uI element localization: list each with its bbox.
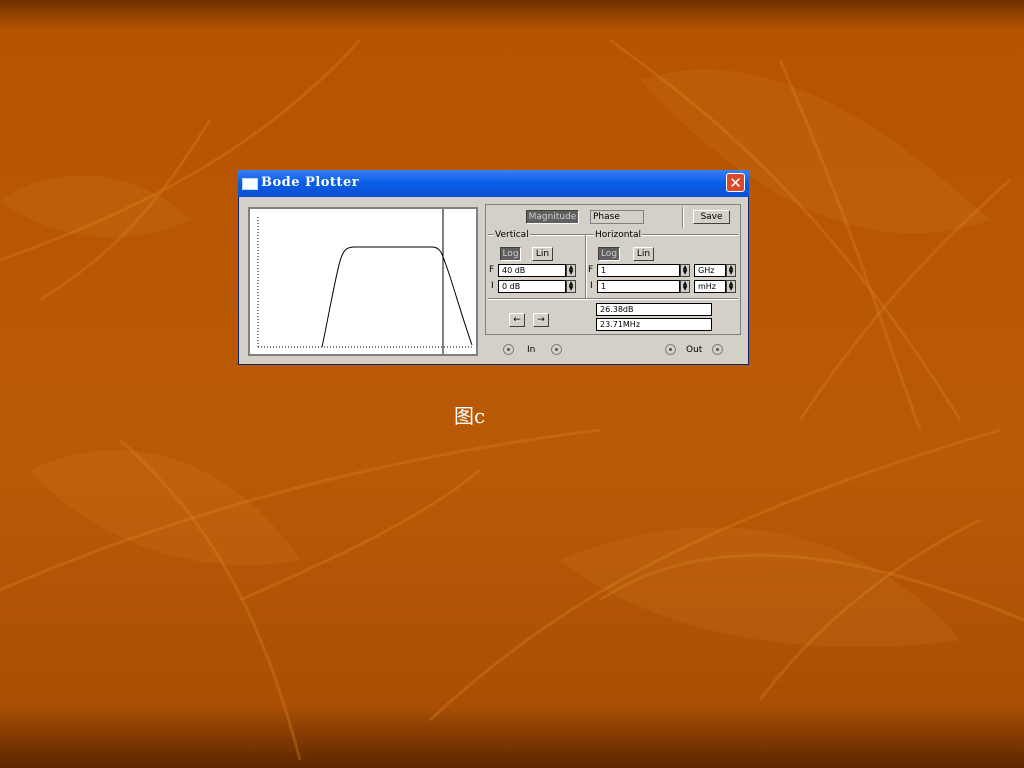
frequency-readout: 23.71MHz (596, 318, 712, 331)
vertical-final-spinner[interactable]: ▲ ▼ (566, 264, 576, 277)
save-button[interactable]: Save (693, 210, 730, 224)
vertical-log-button[interactable]: Log (500, 247, 521, 261)
input-terminal-label: In (527, 345, 536, 355)
horizontal-final-unit-spinner[interactable]: ▲ ▼ (726, 264, 736, 277)
window-icon (242, 178, 258, 190)
horizontal-final-label: F (588, 265, 594, 275)
control-panel: Magnitude Phase Save Vertical Log Lin F … (485, 204, 741, 335)
section-divider-bottom (488, 298, 738, 300)
output-terminal-label: Out (686, 345, 703, 355)
input-terminal-negative[interactable] (551, 344, 562, 355)
output-terminal-negative[interactable] (712, 344, 723, 355)
magnitude-response-curve (321, 246, 473, 348)
figure-caption: 图c (454, 404, 486, 428)
vertical-initial-label: I (491, 281, 494, 291)
toolbar-divider (682, 207, 684, 228)
title-bar[interactable]: Bode Plotter ✕ (238, 170, 749, 197)
vertical-group-label: Vertical (494, 230, 530, 240)
output-terminal-positive[interactable] (665, 344, 676, 355)
vertical-final-field[interactable]: 40 dB (498, 264, 566, 277)
vertical-initial-field[interactable]: 0 dB (498, 280, 566, 293)
section-divider-middle (585, 235, 587, 298)
horizontal-lin-button[interactable]: Lin (633, 247, 654, 261)
phase-button[interactable]: Phase (590, 210, 644, 224)
horizontal-group-label: Horizontal (594, 230, 642, 240)
horizontal-initial-unit-spinner[interactable]: ▲ ▼ (726, 280, 736, 293)
bode-plot-display[interactable] (248, 207, 478, 356)
horizontal-initial-field[interactable]: 1 (597, 280, 680, 293)
horizontal-initial-unit[interactable]: mHz (694, 280, 726, 293)
horizontal-initial-spinner[interactable]: ▲ ▼ (680, 280, 690, 293)
horizontal-initial-label: I (590, 281, 593, 291)
window-title: Bode Plotter (261, 175, 360, 190)
cursor-right-button[interactable]: → (533, 313, 549, 327)
bode-plot-graph (257, 209, 473, 354)
magnitude-readout: 26.38dB (596, 303, 712, 316)
cursor-left-button[interactable]: ← (509, 313, 525, 327)
vertical-initial-spinner[interactable]: ▲ ▼ (566, 280, 576, 293)
horizontal-final-field[interactable]: 1 (597, 264, 680, 277)
vertical-lin-button[interactable]: Lin (532, 247, 553, 261)
horizontal-final-unit[interactable]: GHz (694, 264, 726, 277)
horizontal-final-spinner[interactable]: ▲ ▼ (680, 264, 690, 277)
magnitude-button[interactable]: Magnitude (526, 210, 579, 224)
bode-plotter-window: Bode Plotter ✕ Magnitude Phase Save Vert… (238, 170, 749, 365)
horizontal-log-button[interactable]: Log (598, 247, 620, 261)
vertical-final-label: F (489, 265, 495, 275)
close-button[interactable]: ✕ (726, 173, 745, 192)
leaf-background-art (0, 38, 1024, 761)
input-terminal-positive[interactable] (503, 344, 514, 355)
